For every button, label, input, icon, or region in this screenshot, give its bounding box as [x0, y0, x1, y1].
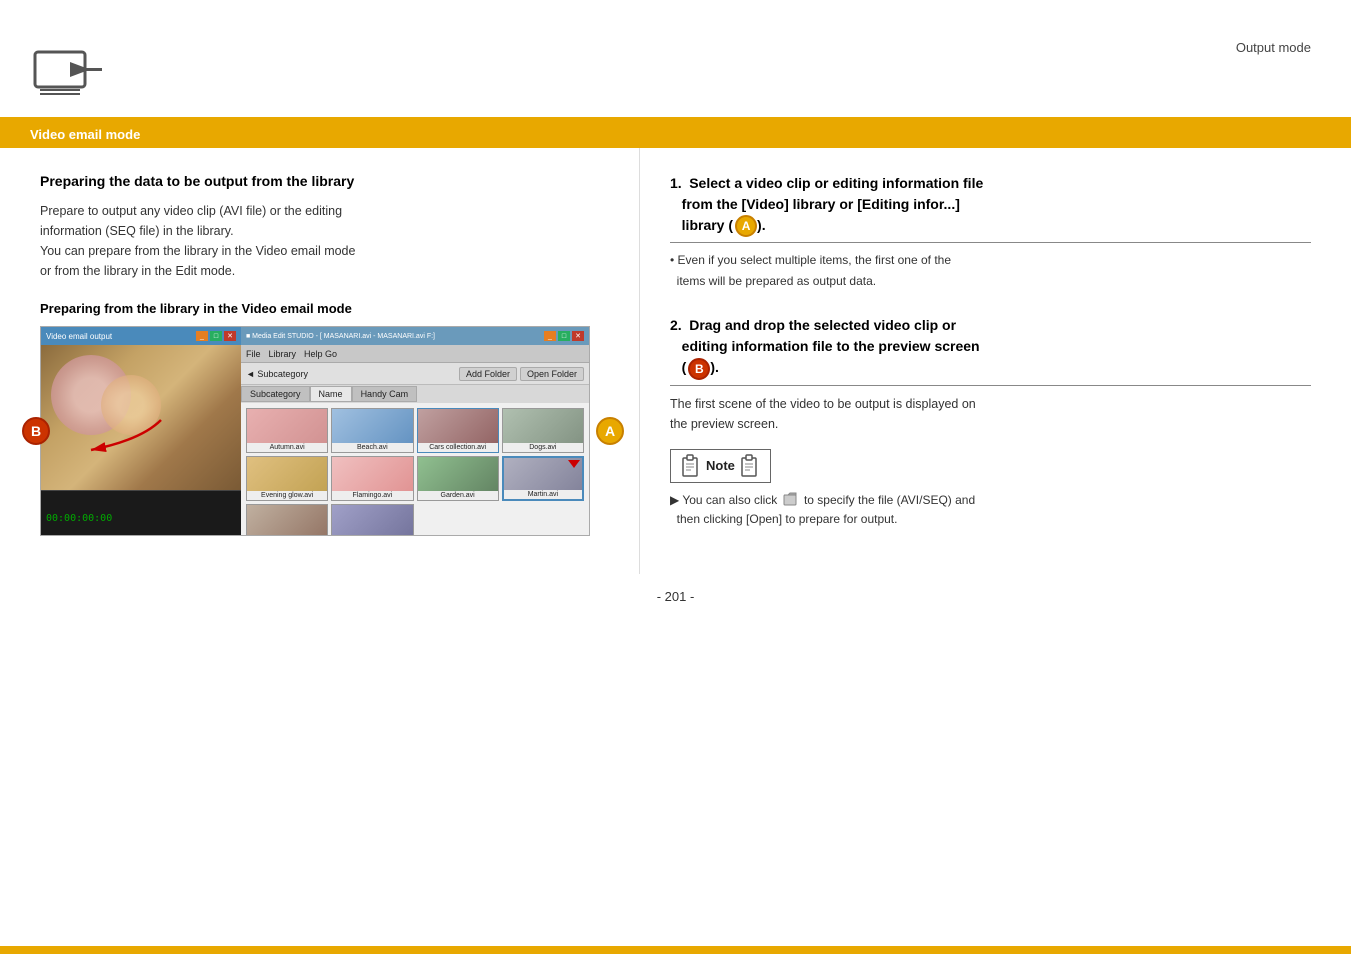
- screen-tabs: Subcategory Name Handy Cam: [241, 385, 589, 403]
- step-2-body-line2: the preview screen.: [670, 417, 778, 431]
- left-column: Preparing the data to be output from the…: [0, 148, 640, 574]
- screen-left-panel: Video email output _ □ ✕: [41, 327, 241, 535]
- screen-maximize-btn[interactable]: □: [558, 331, 570, 341]
- screen-grid: Autumn.avi Beach.avi Cars collection.avi: [241, 403, 589, 535]
- subsection-title: Preparing from the library in the Video …: [40, 301, 609, 316]
- right-column: 1. Select a video clip or editing inform…: [640, 148, 1351, 574]
- badge-a: A: [596, 417, 624, 445]
- maximize-btn[interactable]: □: [210, 331, 222, 341]
- thumb-8[interactable]: Martin.avi: [502, 456, 584, 501]
- thumb-10[interactable]: Parachute.avi: [331, 504, 413, 535]
- screen-close-btn[interactable]: ✕: [572, 331, 584, 341]
- thumb-7-label: Garden.avi: [418, 491, 498, 500]
- add-folder-btn[interactable]: Add Folder: [459, 367, 517, 381]
- thumb-3[interactable]: Cars collection.avi: [417, 408, 499, 453]
- screenshot-mock: Video email output _ □ ✕: [40, 326, 590, 536]
- screen-preview: [41, 345, 241, 490]
- screen-title-bar: Video email output _ □ ✕: [41, 327, 241, 345]
- close-btn[interactable]: ✕: [224, 331, 236, 341]
- note-label: Note: [706, 458, 735, 473]
- main-content: Preparing the data to be output from the…: [0, 148, 1351, 574]
- thumb-1-label: Autumn.avi: [247, 443, 327, 452]
- output-mode-label: Output mode: [1236, 40, 1311, 55]
- thumb-7[interactable]: Garden.avi: [417, 456, 499, 501]
- screen-title-text: Video email output: [46, 332, 112, 341]
- thumb-2-label: Beach.avi: [332, 443, 412, 452]
- minimize-btn[interactable]: _: [196, 331, 208, 341]
- screen-menu-bar: File Library Help Go: [241, 345, 589, 363]
- screenshot-container: B Video email output _ □ ✕: [40, 326, 609, 536]
- step-1-bullet-2: items will be prepared as output data.: [670, 272, 1311, 290]
- mode-bar-label: Video email mode: [30, 127, 140, 142]
- logo-area: [0, 12, 135, 117]
- step-1-bullet-1: • Even if you select multiple items, the…: [670, 251, 1311, 269]
- left-section-body: Prepare to output any video clip (AVI fi…: [40, 201, 609, 281]
- tab-name[interactable]: Name: [310, 386, 352, 402]
- screen-right-title-text: ■ Media Edit STUDIO - [ MASANARI.avi - M…: [246, 333, 435, 340]
- mode-bar: Video email mode: [0, 120, 1351, 148]
- open-folder-btn[interactable]: Open Folder: [520, 367, 584, 381]
- body-line4: or from the library in the Edit mode.: [40, 264, 235, 278]
- thumb-arrow: [568, 460, 580, 468]
- thumb-4-label: Dogs.avi: [503, 443, 583, 452]
- tab-subcategory[interactable]: Subcategory: [241, 386, 310, 402]
- thumb-4[interactable]: Dogs.avi: [502, 408, 584, 453]
- timecode: 00:00:00:00: [46, 513, 112, 524]
- step-2-number: 2.: [670, 317, 682, 333]
- thumb-2[interactable]: Beach.avi: [331, 408, 413, 453]
- top-bar: Output mode: [0, 0, 1351, 120]
- badge-b: B: [22, 417, 50, 445]
- note-header: Note: [670, 449, 771, 483]
- menu-file[interactable]: File: [246, 349, 261, 359]
- step-2-title: Drag and drop the selected video clip or…: [670, 317, 980, 375]
- step-1-number: 1.: [670, 175, 682, 191]
- menu-library[interactable]: Library: [269, 349, 297, 359]
- step-1: 1. Select a video clip or editing inform…: [670, 173, 1311, 290]
- screen-minimize-btn[interactable]: _: [544, 331, 556, 341]
- thumb-9[interactable]: Niley.avi: [246, 504, 328, 535]
- thumb-5[interactable]: Evening glow.avi: [246, 456, 328, 501]
- thumb-6-label: Flamingo.avi: [332, 491, 412, 500]
- drag-arrow-svg: [81, 410, 171, 460]
- nav-back[interactable]: ◄ Subcategory: [246, 369, 308, 379]
- page-number: - 201 -: [0, 574, 1351, 619]
- note-icon-right: [740, 454, 760, 478]
- body-line2: information (SEQ file) in the library.: [40, 224, 234, 238]
- step-1-title: Select a video clip or editing informati…: [670, 175, 983, 233]
- left-section-title: Preparing the data to be output from the…: [40, 173, 609, 189]
- logo-icon: [30, 32, 105, 97]
- body-line3: You can prepare from the library in the …: [40, 244, 355, 258]
- screen-right-panel: ■ Media Edit STUDIO - [ MASANARI.avi - M…: [241, 327, 589, 535]
- inline-file-icon: [783, 492, 799, 508]
- step1-badge-a: A: [735, 215, 757, 237]
- thumb-6[interactable]: Flamingo.avi: [331, 456, 413, 501]
- step-1-body: • Even if you select multiple items, the…: [670, 251, 1311, 290]
- bottom-bar: [0, 946, 1351, 954]
- screen-toolbar: ◄ Subcategory Add Folder Open Folder: [241, 363, 589, 385]
- screen-right-title-bar: ■ Media Edit STUDIO - [ MASANARI.avi - M…: [241, 327, 589, 345]
- step-2-body: The first scene of the video to be outpu…: [670, 394, 1311, 434]
- thumb-3-label: Cars collection.avi: [418, 443, 498, 452]
- note-wrapper: Note ▶ You can also click: [670, 449, 1311, 529]
- note-content: ▶ You can also click to specify the file…: [670, 491, 1311, 529]
- body-line1: Prepare to output any video clip (AVI fi…: [40, 204, 342, 218]
- step-2-header: 2. Drag and drop the selected video clip…: [670, 315, 1311, 385]
- thumb-8-label: Martin.avi: [504, 490, 582, 499]
- screen-controls: 00:00:00:00: [41, 490, 241, 536]
- tab-handycam[interactable]: Handy Cam: [352, 386, 418, 402]
- thumb-1[interactable]: Autumn.avi: [246, 408, 328, 453]
- step-2-body-line1: The first scene of the video to be outpu…: [670, 397, 976, 411]
- screen-title-btns: _ □ ✕: [196, 331, 236, 341]
- thumb-5-label: Evening glow.avi: [247, 491, 327, 500]
- menu-help[interactable]: Help Go: [304, 349, 337, 359]
- step-1-header: 1. Select a video clip or editing inform…: [670, 173, 1311, 243]
- step-2: 2. Drag and drop the selected video clip…: [670, 315, 1311, 529]
- note-icon-left: [681, 454, 701, 478]
- screen-right-title-btns: _ □ ✕: [544, 331, 584, 341]
- step2-badge-b: B: [688, 358, 710, 380]
